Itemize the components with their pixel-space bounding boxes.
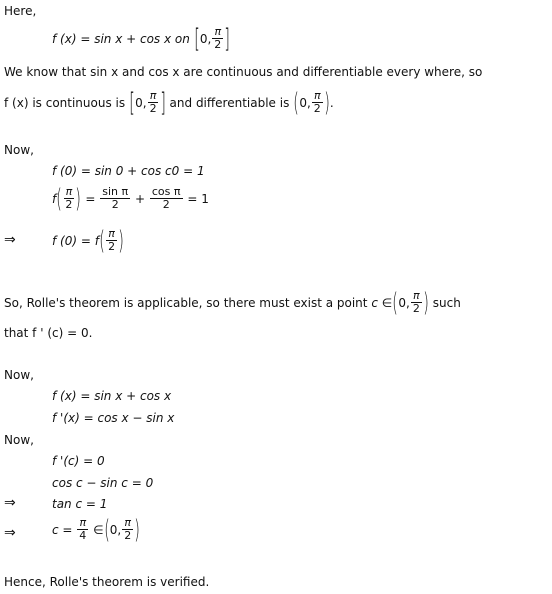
implies-arrow: ⇒	[4, 525, 16, 541]
f-pi-over-2-eq: f ( π2 ) = sin π2 + cos π2 = 1	[52, 183, 209, 214]
know-statement: We know that sin x and cos x are continu…	[4, 65, 483, 79]
c-eq-text: c =	[52, 522, 73, 537]
left-bracket: [	[193, 23, 200, 54]
left-paren: (	[99, 225, 105, 256]
implies-arrow: ⇒	[4, 232, 16, 248]
right-paren: )	[134, 514, 141, 545]
equals-one: = 1	[187, 191, 209, 206]
f-prime-x: f '(x) = cos x − sin x	[52, 411, 175, 425]
pi-over-2: π2	[411, 289, 422, 315]
cos-pi-over-2: cos π2	[149, 185, 183, 211]
f-x-def: f (x) = sin x + cos x	[52, 389, 172, 403]
now-label-3: Now,	[4, 433, 34, 447]
interval-start: 0,	[398, 295, 410, 310]
function-definition: f (x) = sin x + cos x on [ 0, π2 ]	[52, 23, 231, 54]
sin-pi-over-2: sin π2	[100, 185, 131, 211]
f-zero-eq: f (0) = sin 0 + cos c0 = 1	[52, 164, 205, 178]
pi-over-2: π2	[212, 25, 224, 51]
interval-start: 0,	[199, 31, 212, 46]
right-bracket: ]	[224, 23, 231, 54]
right-paren: )	[423, 287, 429, 318]
rolle-condition: that f ' (c) = 0.	[4, 326, 93, 340]
function-definition-lhs: f (x) = sin x + cos x on	[52, 31, 190, 46]
interval-start: 0,	[109, 522, 122, 537]
right-bracket: ]	[159, 87, 166, 118]
left-paren: (	[56, 183, 63, 214]
element-of: ∈	[93, 522, 104, 537]
rolle-applicable-statement: So, Rolle's theorem is applicable, so th…	[4, 287, 461, 318]
interval-start: 0,	[299, 95, 311, 110]
f-zero-eq-f-pi-over-2: f (0) = f ( π2 )	[52, 225, 124, 256]
pi-over-2: π2	[106, 227, 117, 253]
pi-over-4: π4	[77, 516, 89, 542]
tan-c-eq: tan c = 1	[52, 497, 108, 511]
pi-over-2: π2	[311, 89, 323, 115]
left-bracket: [	[129, 87, 135, 118]
f-zero-eq-f-text: f (0) = f	[52, 233, 99, 248]
pi-over-2: π2	[63, 185, 75, 211]
continuity-statement: f (x) is continuous is [ 0, π2 ] and dif…	[4, 87, 334, 118]
right-paren: )	[75, 183, 82, 214]
left-paren: (	[293, 87, 300, 118]
such-text: such	[432, 295, 461, 310]
conclusion: Hence, Rolle's theorem is verified.	[4, 575, 210, 589]
right-paren: )	[118, 225, 124, 256]
implies-arrow: ⇒	[4, 495, 16, 511]
equals: =	[85, 191, 96, 206]
left-paren: (	[103, 514, 110, 545]
left-paren: (	[392, 287, 399, 318]
pi-over-2: π2	[122, 516, 133, 542]
f-prime-c: f '(c) = 0	[52, 454, 105, 468]
rolle-text: So, Rolle's theorem is applicable, so th…	[4, 295, 368, 310]
differentiability-text: and differentiable is	[169, 95, 290, 110]
right-paren: )	[324, 87, 330, 118]
here-label: Here,	[4, 4, 37, 18]
c-solution: c = π4 ∈ ( 0, π2 )	[52, 514, 141, 545]
pi-over-2: π2	[147, 89, 159, 115]
interval-start: 0,	[135, 95, 147, 110]
plus: +	[134, 191, 146, 206]
c-in: c ∈	[371, 295, 393, 310]
now-label-2: Now,	[4, 368, 34, 382]
now-label-1: Now,	[4, 143, 34, 157]
continuity-text: f (x) is continuous is	[4, 95, 126, 110]
cos-minus-sin: cos c − sin c = 0	[52, 476, 154, 490]
